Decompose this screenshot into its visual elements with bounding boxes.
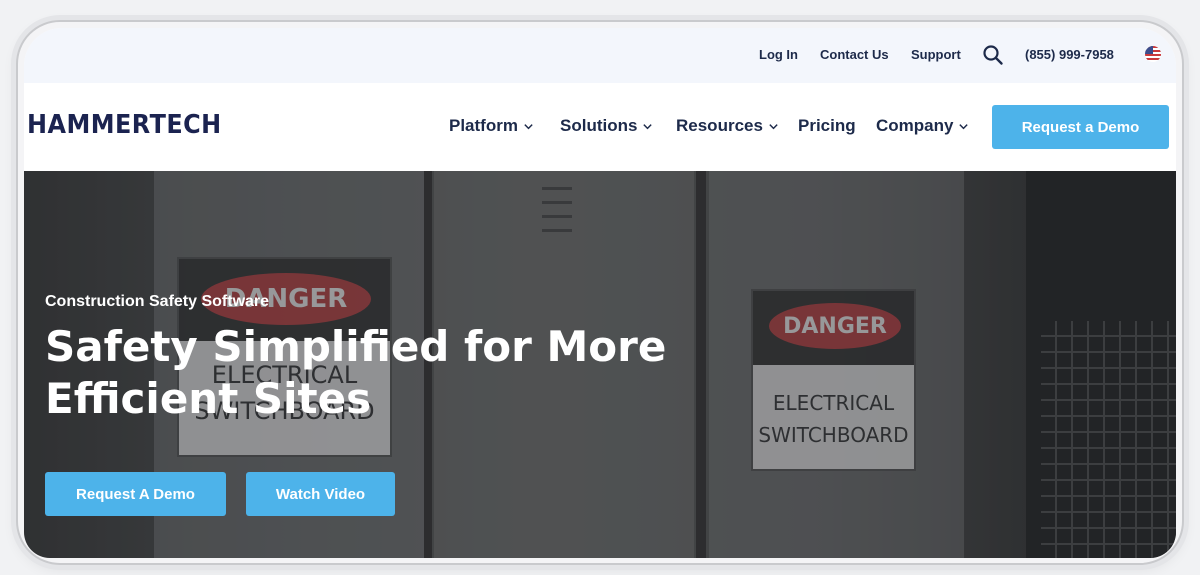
hero-title: Safety Simplified for More Efficient Sit… [45, 322, 667, 423]
nav-label: Solutions [560, 116, 638, 135]
nav-label: Platform [449, 116, 518, 135]
phone-link[interactable]: (855) 999-7958 [1025, 47, 1114, 62]
chevron-down-icon [769, 123, 778, 129]
chevron-down-icon [959, 123, 969, 129]
chevron-down-icon [524, 123, 533, 129]
us-flag-icon[interactable] [1145, 46, 1161, 62]
nav-pricing[interactable]: Pricing [798, 116, 856, 136]
support-link[interactable]: Support [911, 47, 961, 62]
chevron-down-icon [643, 123, 653, 129]
main-navigation: HAMMERTECH Platform Solutions Resources … [24, 83, 1176, 171]
nav-label: Pricing [798, 116, 856, 135]
nav-label: Company [876, 116, 954, 135]
request-demo-button[interactable]: Request a Demo [992, 105, 1169, 149]
nav-platform[interactable]: Platform [449, 116, 534, 136]
nav-company[interactable]: Company [876, 116, 969, 136]
contact-us-link[interactable]: Contact Us [820, 47, 889, 62]
utility-bar: Log In Contact Us Support (855) 999-7958 [24, 28, 1176, 83]
search-icon[interactable] [982, 44, 1004, 66]
watch-video-button[interactable]: Watch Video [246, 472, 395, 516]
hero-eyebrow: Construction Safety Software [45, 293, 270, 310]
hero-section: DANGER ELECTRICAL SWITCHBOARD DANGER ELE… [24, 171, 1176, 558]
nav-resources[interactable]: Resources [676, 116, 779, 136]
nav-solutions[interactable]: Solutions [560, 116, 653, 136]
browser-viewport: Log In Contact Us Support (855) 999-7958… [24, 28, 1176, 558]
hammertech-logo[interactable]: HAMMERTECH [27, 110, 222, 140]
hero-request-demo-button[interactable]: Request A Demo [45, 472, 226, 516]
nav-label: Resources [676, 116, 763, 135]
login-link[interactable]: Log In [759, 47, 798, 62]
